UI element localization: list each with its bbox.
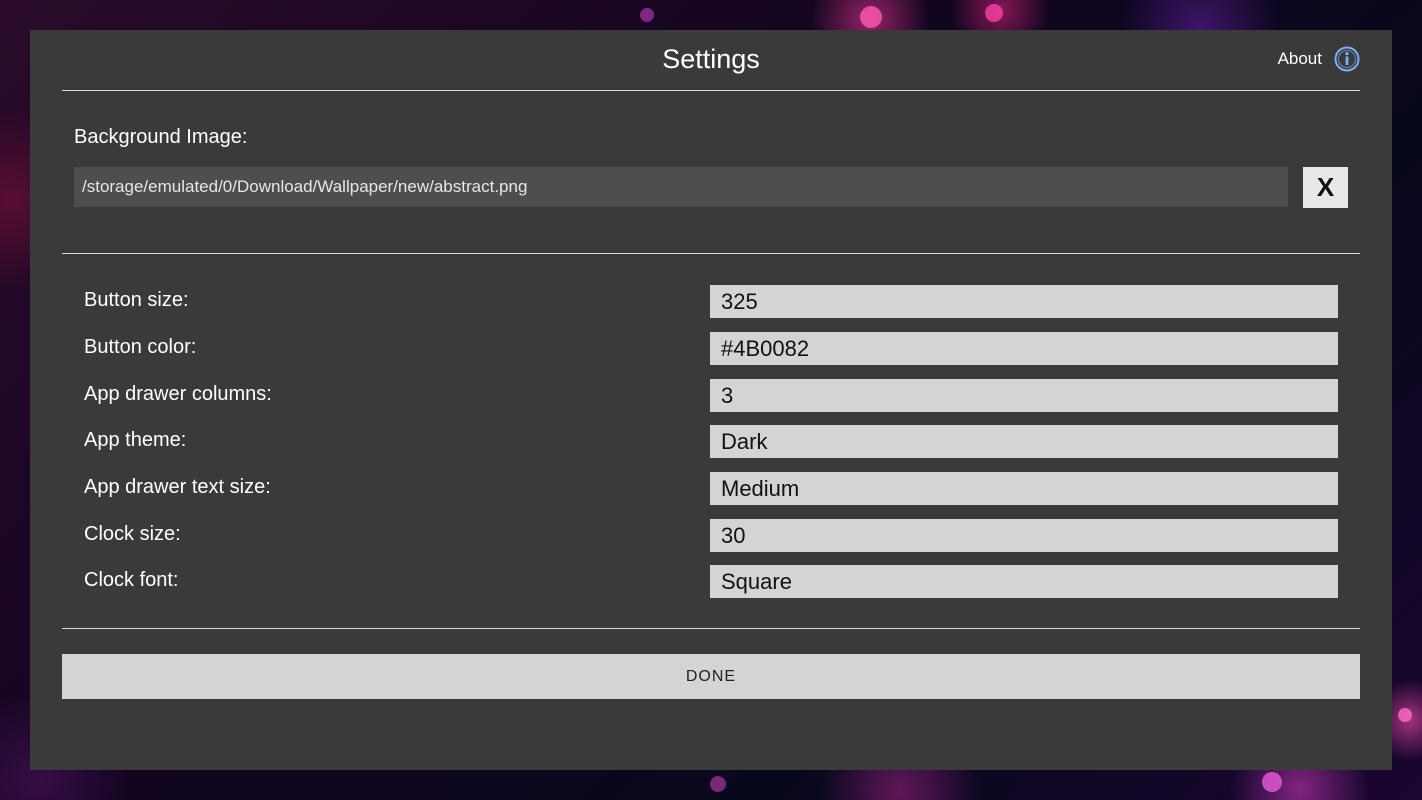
app-drawer-text-size-field[interactable]: Medium bbox=[710, 472, 1338, 505]
setting-row-app-drawer-columns: App drawer columns: 3 bbox=[84, 379, 1338, 413]
footer-divider bbox=[62, 628, 1360, 629]
app-drawer-columns-field[interactable]: 3 bbox=[710, 379, 1338, 412]
setting-label: App drawer text size: bbox=[84, 476, 271, 498]
info-icon[interactable] bbox=[1334, 46, 1360, 72]
setting-row-app-theme: App theme: Dark bbox=[84, 425, 1338, 459]
wallpaper-bokeh bbox=[985, 4, 1003, 22]
background-image-path-field[interactable]: /storage/emulated/0/Download/Wallpaper/n… bbox=[74, 167, 1288, 207]
wallpaper-bokeh bbox=[1262, 772, 1282, 792]
setting-row-app-drawer-text-size: App drawer text size: Medium bbox=[84, 472, 1338, 506]
about-button[interactable]: About bbox=[1278, 46, 1360, 72]
clock-font-field[interactable]: Square bbox=[710, 565, 1338, 598]
setting-label: App theme: bbox=[84, 429, 187, 451]
section-divider bbox=[62, 253, 1360, 254]
setting-label: Clock font: bbox=[84, 569, 179, 591]
setting-row-button-color: Button color: #4B0082 bbox=[84, 332, 1338, 366]
setting-label: Button size: bbox=[84, 289, 189, 311]
clock-size-field[interactable]: 30 bbox=[710, 519, 1338, 552]
clear-background-button[interactable]: X bbox=[1303, 167, 1348, 208]
settings-dialog: Settings About Background Image: /storag… bbox=[30, 30, 1392, 770]
about-label: About bbox=[1277, 49, 1322, 68]
setting-label: Clock size: bbox=[84, 523, 181, 545]
setting-label: Button color: bbox=[84, 336, 197, 358]
wallpaper-bokeh bbox=[860, 6, 882, 28]
wallpaper-bokeh bbox=[710, 776, 726, 792]
wallpaper-bokeh bbox=[640, 8, 654, 22]
wallpaper-bokeh bbox=[1398, 708, 1412, 722]
header-divider bbox=[62, 90, 1360, 91]
setting-label: App drawer columns: bbox=[84, 383, 272, 405]
setting-row-clock-size: Clock size: 30 bbox=[84, 519, 1338, 553]
background-image-label: Background Image: bbox=[74, 126, 248, 148]
done-button[interactable]: DONE bbox=[62, 654, 1360, 699]
setting-row-clock-font: Clock font: Square bbox=[84, 565, 1338, 599]
app-theme-field[interactable]: Dark bbox=[710, 425, 1338, 458]
button-size-field[interactable]: 325 bbox=[710, 285, 1338, 318]
setting-row-button-size: Button size: 325 bbox=[84, 285, 1338, 319]
button-color-field[interactable]: #4B0082 bbox=[710, 332, 1338, 365]
page-title: Settings bbox=[662, 44, 760, 74]
dialog-header: Settings About bbox=[62, 30, 1360, 90]
